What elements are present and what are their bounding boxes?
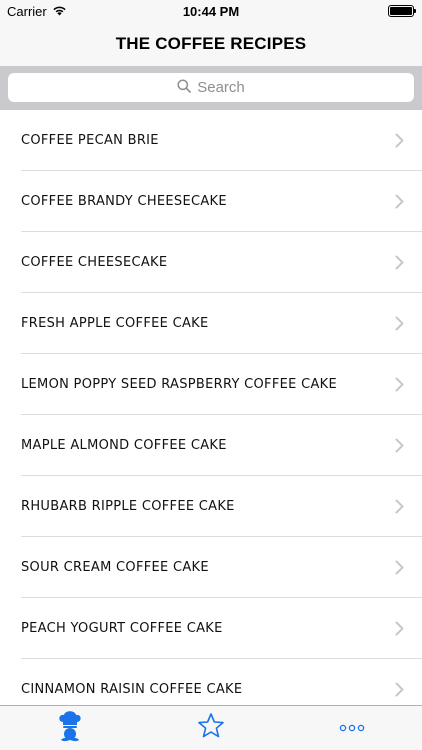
list-item[interactable]: COFFEE CHEESECAKE xyxy=(0,232,422,293)
search-bar: Search xyxy=(0,66,422,110)
list-item-label: COFFEE CHEESECAKE xyxy=(21,255,168,270)
list-item[interactable]: MAPLE ALMOND COFFEE CAKE xyxy=(0,415,422,476)
status-bar: Carrier 10:44 PM xyxy=(0,0,422,22)
tab-recipes[interactable] xyxy=(0,706,141,750)
search-placeholder: Search xyxy=(197,79,245,96)
list-item[interactable]: CINNAMON RAISIN COFFEE CAKE xyxy=(0,659,422,706)
list-item-label: FRESH APPLE COFFEE CAKE xyxy=(21,316,209,331)
list-item[interactable]: SOUR CREAM COFFEE CAKE xyxy=(0,537,422,598)
list-item-label: CINNAMON RAISIN COFFEE CAKE xyxy=(21,682,243,697)
chevron-right-icon xyxy=(395,377,404,397)
status-time: 10:44 PM xyxy=(182,4,240,19)
search-input[interactable]: Search xyxy=(8,73,414,102)
chevron-right-icon xyxy=(395,255,404,275)
list-item-label: PEACH YOGURT COFFEE CAKE xyxy=(21,621,223,636)
chevron-right-icon xyxy=(395,682,404,702)
list-item[interactable]: FRESH APPLE COFFEE CAKE xyxy=(0,293,422,354)
recipe-list: COFFEE PECAN BRIE COFFEE BRANDY CHEESECA… xyxy=(0,110,422,706)
list-item-label: SOUR CREAM COFFEE CAKE xyxy=(21,560,209,575)
star-icon xyxy=(197,712,225,744)
chevron-right-icon xyxy=(395,194,404,214)
more-icon xyxy=(339,719,365,737)
search-icon xyxy=(177,78,197,97)
chevron-right-icon xyxy=(395,621,404,641)
list-item-label: RHUBARB RIPPLE COFFEE CAKE xyxy=(21,499,235,514)
list-item[interactable]: COFFEE BRANDY CHEESECAKE xyxy=(0,171,422,232)
tab-favorites[interactable] xyxy=(141,706,282,750)
tab-bar xyxy=(0,705,422,750)
list-item-label: MAPLE ALMOND COFFEE CAKE xyxy=(21,438,227,453)
list-item[interactable]: PEACH YOGURT COFFEE CAKE xyxy=(0,598,422,659)
list-item-label: COFFEE BRANDY CHEESECAKE xyxy=(21,194,227,209)
list-item[interactable]: RHUBARB RIPPLE COFFEE CAKE xyxy=(0,476,422,537)
page-title: THE COFFEE RECIPES xyxy=(115,34,307,53)
navigation-bar: THE COFFEE RECIPES xyxy=(0,22,422,66)
tab-more[interactable] xyxy=(281,706,422,750)
list-item-label: COFFEE PECAN BRIE xyxy=(21,133,159,148)
chevron-right-icon xyxy=(395,560,404,580)
chevron-right-icon xyxy=(395,133,404,153)
list-item[interactable]: COFFEE PECAN BRIE xyxy=(0,110,422,171)
list-item[interactable]: LEMON POPPY SEED RASPBERRY COFFEE CAKE xyxy=(0,354,422,415)
chevron-right-icon xyxy=(395,316,404,336)
chevron-right-icon xyxy=(395,499,404,519)
chef-icon xyxy=(55,709,85,748)
chevron-right-icon xyxy=(395,438,404,458)
list-item-label: LEMON POPPY SEED RASPBERRY COFFEE CAKE xyxy=(21,377,337,392)
battery-icon xyxy=(388,5,416,17)
